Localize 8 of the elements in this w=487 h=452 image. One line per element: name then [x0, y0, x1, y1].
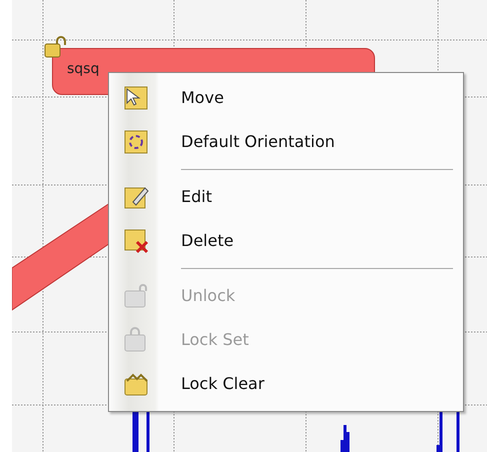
menu-item[interactable]: Default Orientation [111, 120, 461, 164]
menu-item[interactable]: Delete [111, 219, 461, 263]
menu-item[interactable]: Edit [111, 175, 461, 219]
menu-item[interactable]: Lock Clear [111, 362, 461, 406]
cursor-icon [122, 84, 150, 112]
delete-icon [122, 228, 150, 254]
orientation-icon [122, 128, 150, 156]
lock-icon [122, 282, 150, 310]
